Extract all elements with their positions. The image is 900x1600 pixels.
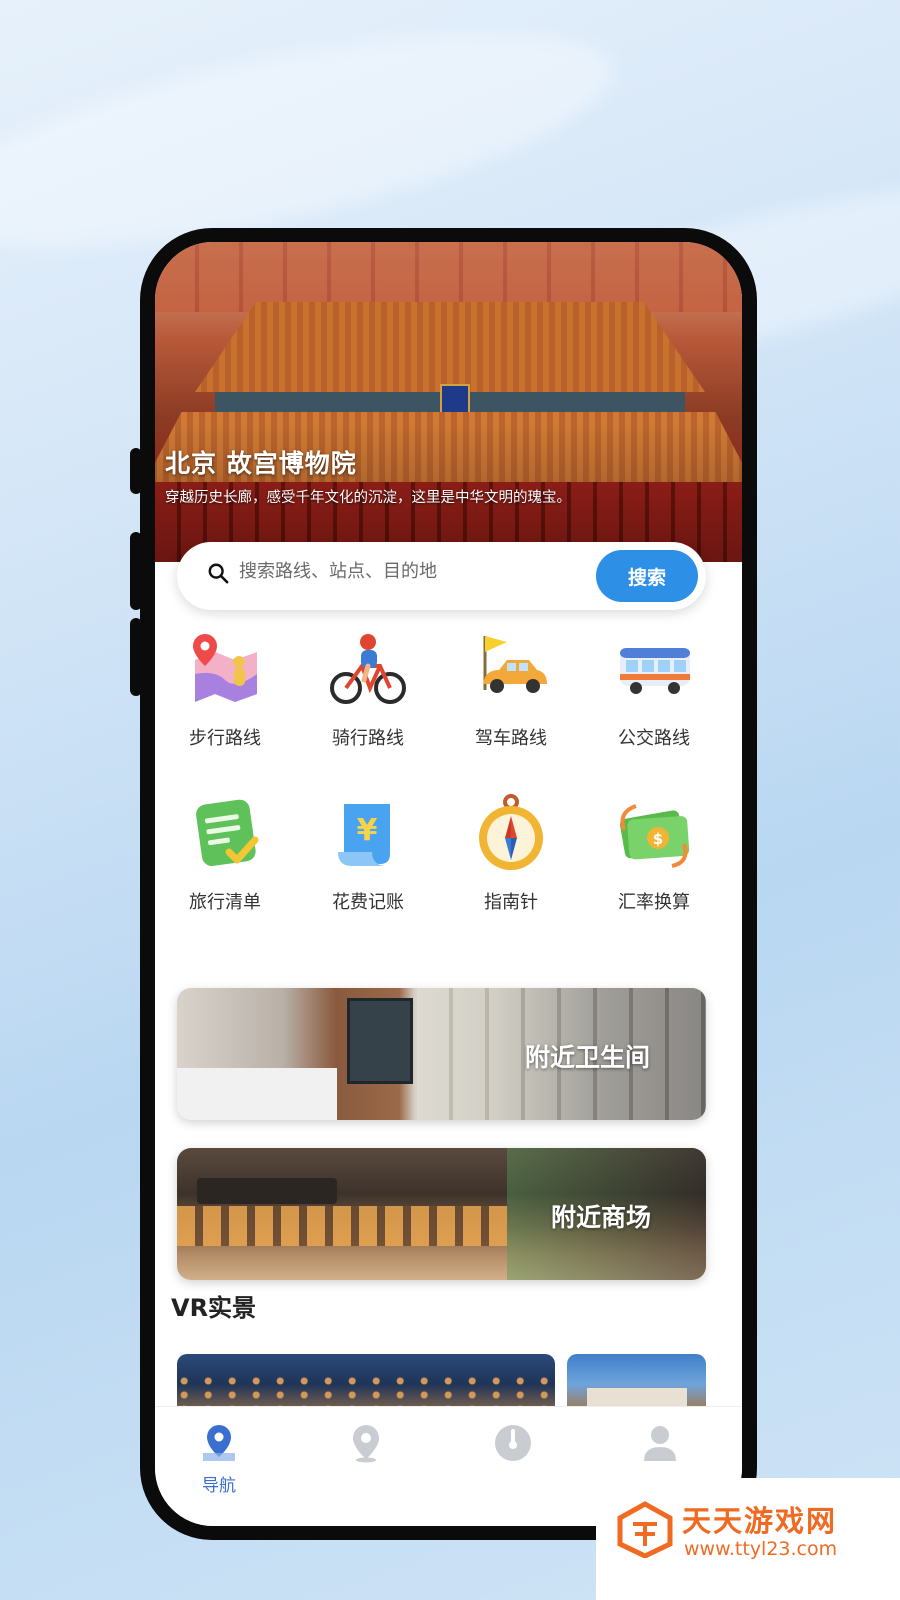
tab-label: 导航 xyxy=(202,1476,236,1496)
checklist-icon xyxy=(185,794,265,874)
phone-power-button xyxy=(745,556,757,726)
store-sign xyxy=(197,1178,337,1204)
app-screen: 北京 故宫博物院 穿越历史长廊，感受千年文化的沉淀，这里是中华文明的瑰宝。 搜索 xyxy=(155,242,742,1526)
search-bar: 搜索 xyxy=(177,542,706,610)
phone-side-button xyxy=(130,448,142,494)
vr-thumbnail[interactable] xyxy=(567,1354,706,1414)
watermark-url: www.ttyl23.com xyxy=(684,1538,838,1560)
tool-label: 公交路线 xyxy=(618,728,690,749)
svg-text:$: $ xyxy=(653,830,663,848)
hero-background-buildings xyxy=(155,242,742,312)
tab-location[interactable] xyxy=(316,1423,416,1467)
search-input[interactable] xyxy=(239,561,579,582)
tool-label: 骑行路线 xyxy=(332,728,404,749)
tab-navigation[interactable]: 导航 xyxy=(169,1423,269,1496)
tool-label: 汇率换算 xyxy=(618,892,690,913)
yuan-receipt-icon: ¥ xyxy=(328,794,408,874)
tool-cycling-route[interactable]: 骑行路线 xyxy=(303,630,433,750)
location-icon xyxy=(353,1425,379,1463)
search-icon xyxy=(208,563,229,584)
tool-currency-exchange[interactable]: $ 汇率换算 xyxy=(589,794,719,914)
card-label: 附近商场 xyxy=(551,1203,652,1232)
card-label: 附近卫生间 xyxy=(525,1043,651,1072)
car-flag-icon xyxy=(471,630,551,710)
hero-upper-roof xyxy=(195,302,705,392)
tool-label: 花费记账 xyxy=(332,892,404,913)
storefronts xyxy=(177,1206,507,1246)
hero-banner: 北京 故宫博物院 穿越历史长廊，感受千年文化的沉淀，这里是中华文明的瑰宝。 xyxy=(155,242,742,562)
tool-label: 指南针 xyxy=(484,892,538,913)
svg-text:¥: ¥ xyxy=(357,813,378,848)
tool-travel-checklist[interactable]: 旅行清单 xyxy=(160,794,290,914)
sink-counter xyxy=(177,1068,337,1120)
bus-icon xyxy=(614,630,694,710)
cyclist-icon xyxy=(328,630,408,710)
hero-subtitle: 穿越历史长廊，感受千年文化的沉淀，这里是中华文明的瑰宝。 xyxy=(165,490,571,506)
tool-bus-route[interactable]: 公交路线 xyxy=(589,630,719,750)
navigation-pin-icon xyxy=(203,1425,235,1461)
watermark: 天天游戏网 www.ttyl23.com xyxy=(596,1478,900,1600)
money-exchange-icon: $ xyxy=(614,794,694,874)
search-button[interactable]: 搜索 xyxy=(596,550,698,602)
compass-icon xyxy=(471,794,551,874)
watermark-logo-icon xyxy=(617,1501,673,1558)
tool-walking-route[interactable]: 步行路线 xyxy=(160,630,290,750)
vr-thumbnail[interactable] xyxy=(177,1354,555,1414)
tool-expense-tracker[interactable]: ¥ 花费记账 xyxy=(303,794,433,914)
vr-section-title: VR实景 xyxy=(171,1294,257,1322)
watermark-title: 天天游戏网 xyxy=(682,1504,838,1538)
phone-side-button xyxy=(130,532,142,610)
map-pin-icon xyxy=(185,630,265,710)
tool-label: 旅行清单 xyxy=(189,892,261,913)
tab-profile[interactable] xyxy=(610,1423,710,1467)
compass-dial-icon xyxy=(495,1425,531,1461)
tool-compass[interactable]: 指南针 xyxy=(446,794,576,914)
tab-compass[interactable] xyxy=(463,1423,563,1467)
window xyxy=(347,998,413,1084)
tool-label: 步行路线 xyxy=(189,728,261,749)
nearby-mall-card[interactable]: 附近商场 xyxy=(177,1148,706,1280)
nearby-restroom-card[interactable]: 附近卫生间 xyxy=(177,988,706,1120)
user-icon xyxy=(644,1426,676,1461)
phone-frame: 北京 故宫博物院 穿越历史长廊，感受千年文化的沉淀，这里是中华文明的瑰宝。 搜索 xyxy=(130,228,757,1540)
tool-label: 驾车路线 xyxy=(475,728,547,749)
tool-driving-route[interactable]: 驾车路线 xyxy=(446,630,576,750)
hero-title: 北京 故宫博物院 xyxy=(165,449,357,478)
phone-side-button xyxy=(130,618,142,696)
